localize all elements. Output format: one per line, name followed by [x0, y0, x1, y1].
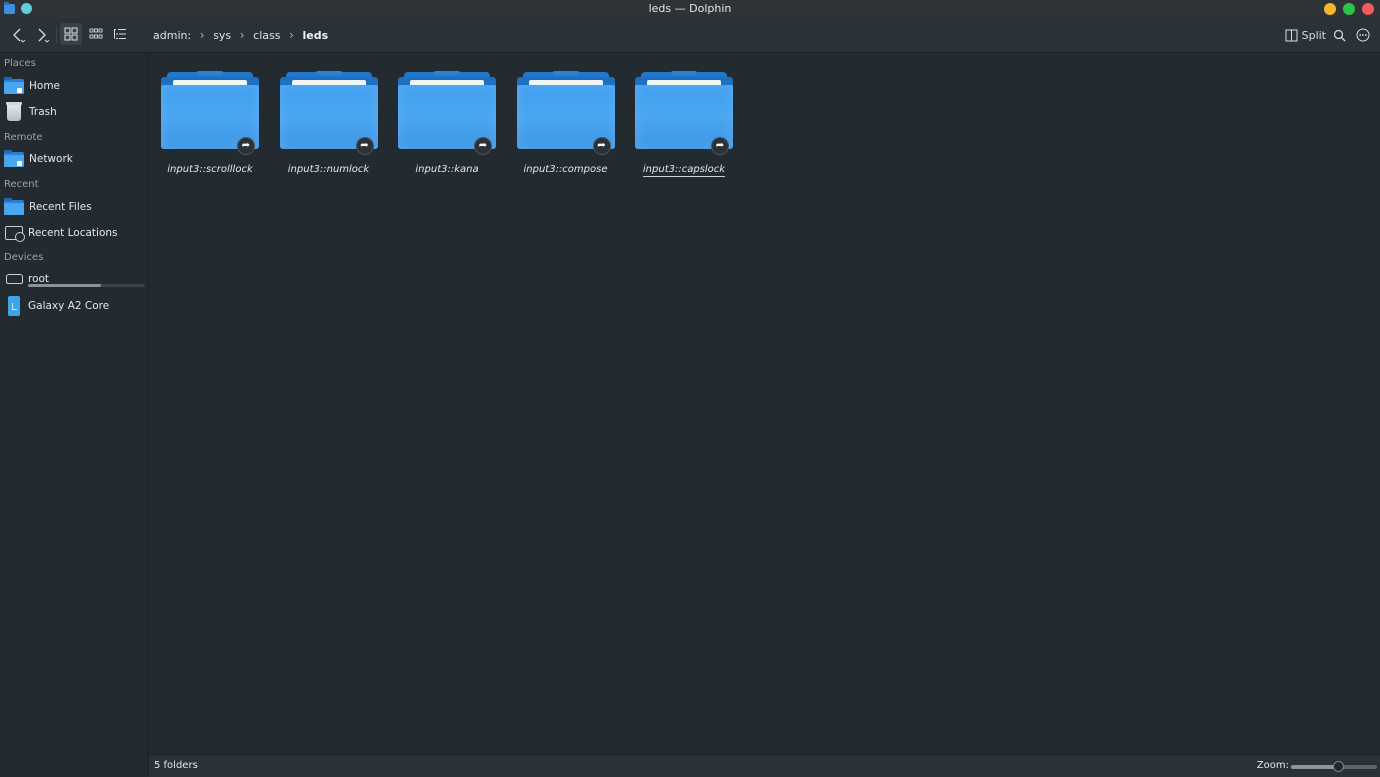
sidebar-item-label: Network [29, 153, 73, 165]
chevron-right-icon[interactable]: › [193, 28, 211, 42]
compact-view-button[interactable] [86, 23, 106, 45]
details-view-button[interactable] [110, 23, 130, 45]
sidebar-item-recent-files[interactable]: Recent Files [4, 196, 146, 218]
drive-usage-fill [28, 284, 101, 287]
search-button[interactable] [1330, 26, 1348, 44]
sidebar-item-label: Recent Locations [28, 227, 118, 239]
chevron-left-icon [13, 28, 26, 43]
recent-files-folder-icon [4, 197, 24, 215]
sidebar-item-galaxy-a2-core[interactable]: Galaxy A2 Core [4, 295, 146, 317]
file-item[interactable]: ➦input3::capslock [623, 71, 733, 182]
zoom-label: Zoom: [1256, 760, 1289, 771]
places-panel: Places Home Trash Remote Network Recent … [0, 53, 149, 776]
sidebar-item-network[interactable]: Network [4, 148, 146, 170]
folder-icon: ➦ [635, 71, 733, 155]
zoom-slider-fill [1291, 765, 1339, 769]
toolbar-separator [56, 26, 57, 44]
icons-view-button[interactable] [60, 23, 82, 45]
chevron-right-icon[interactable]: › [233, 28, 251, 42]
sidebar-item-recent-locations[interactable]: Recent Locations [4, 222, 146, 244]
status-summary: 5 folders [154, 760, 198, 771]
section-devices: Devices [4, 252, 44, 263]
breadcrumb-leds[interactable]: leds [300, 29, 330, 42]
title-bar: leds — Dolphin [0, 0, 1380, 18]
file-item[interactable]: ➦input3::compose [505, 71, 615, 182]
breadcrumb-admin[interactable]: admin: [151, 29, 193, 42]
symlink-arrow-icon: ➦ [237, 137, 255, 155]
trash-icon [6, 102, 22, 121]
network-folder-icon [4, 149, 24, 167]
status-bar: 5 folders Zoom: [149, 754, 1380, 777]
split-view-icon [1285, 29, 1298, 41]
file-item[interactable]: ➦input3::kana [386, 71, 496, 182]
search-icon [1333, 29, 1345, 41]
folder-icon: ➦ [398, 71, 496, 155]
toolbar: admin: › sys › class › leds Split [0, 18, 1380, 53]
symlink-arrow-icon: ➦ [474, 137, 492, 155]
split-label: Split [1301, 28, 1326, 42]
file-view[interactable]: ➦ input3::scrolllock ➦ input3::numlock ➦ inpu… [149, 53, 1380, 754]
split-button[interactable]: Split [1285, 26, 1326, 44]
zoom-slider[interactable] [1291, 761, 1377, 772]
maximize-button[interactable] [1343, 3, 1355, 15]
section-remote: Remote [4, 132, 43, 143]
folder-icon: ➦ [516, 71, 615, 155]
phone-icon [8, 296, 20, 316]
sidebar-item-trash[interactable]: Trash [4, 101, 146, 123]
folder-icon: ➦ [161, 71, 259, 155]
home-folder-icon [4, 76, 24, 94]
symlink-arrow-icon: ➦ [711, 137, 729, 155]
chevron-right-icon[interactable]: › [282, 28, 300, 42]
breadcrumb-sys[interactable]: sys [211, 29, 233, 42]
file-item[interactable]: ➦input3::scrolllock [149, 71, 259, 182]
file-name: input3::scrolllock [167, 164, 253, 175]
file-item[interactable]: ➦input3::numlock [268, 71, 378, 182]
symlink-arrow-icon: ➦ [355, 137, 374, 155]
file-name: input3::kana [415, 164, 479, 175]
zoom-slider-handle[interactable] [1333, 761, 1345, 772]
breadcrumb: admin: › sys › class › leds [151, 18, 330, 52]
grid-large-icon [64, 27, 78, 41]
section-places: Places [4, 58, 36, 69]
list-icon [114, 29, 126, 39]
sidebar-item-label: Recent Files [29, 201, 92, 213]
back-button[interactable] [8, 26, 28, 44]
sidebar-item-label: Trash [29, 106, 57, 118]
minimize-button[interactable] [1324, 3, 1336, 15]
drive-icon [6, 274, 23, 284]
file-name: input3::numlock [287, 164, 370, 175]
window-title: leds — Dolphin [648, 2, 732, 15]
grid-small-icon [89, 28, 103, 39]
chevron-right-icon [38, 28, 50, 43]
section-recent: Recent [4, 179, 39, 190]
hamburger-menu-button[interactable] [1354, 26, 1372, 44]
file-name: input3::capslock [642, 164, 726, 177]
forward-button[interactable] [32, 26, 52, 44]
file-name: input3::compose [523, 164, 608, 175]
drive-usage-bar [28, 284, 145, 287]
close-button[interactable] [1362, 3, 1374, 15]
recent-locations-icon [5, 226, 25, 242]
sidebar-item-label: Home [29, 80, 61, 92]
sidebar-item-home[interactable]: Home [4, 75, 146, 97]
symlink-arrow-icon: ➦ [592, 137, 611, 155]
breadcrumb-class[interactable]: class [251, 29, 282, 42]
folder-icon: ➦ [279, 71, 378, 155]
more-options-icon [1356, 28, 1370, 42]
sidebar-item-label: Galaxy A2 Core [28, 300, 110, 312]
